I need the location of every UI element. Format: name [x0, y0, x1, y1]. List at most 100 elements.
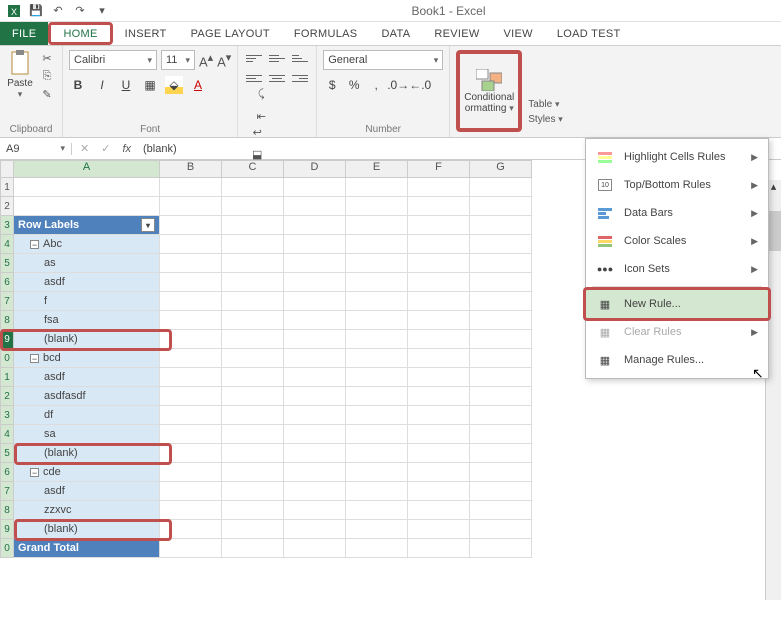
cell[interactable]: [346, 482, 408, 501]
cell[interactable]: [408, 311, 470, 330]
cell[interactable]: [346, 216, 408, 235]
cell[interactable]: [470, 178, 532, 197]
cell[interactable]: [408, 349, 470, 368]
cell[interactable]: [284, 501, 346, 520]
cell[interactable]: [284, 349, 346, 368]
cell[interactable]: [346, 235, 408, 254]
row-header[interactable]: 8: [0, 501, 14, 520]
row-header[interactable]: 2: [0, 387, 14, 406]
cell[interactable]: [284, 178, 346, 197]
cell[interactable]: [160, 520, 222, 539]
cell[interactable]: [160, 292, 222, 311]
cell[interactable]: [408, 482, 470, 501]
cell[interactable]: [470, 425, 532, 444]
format-as-table-button[interactable]: Table ▾: [528, 99, 563, 110]
font-size-select[interactable]: 11▾: [161, 50, 195, 70]
cell[interactable]: [346, 463, 408, 482]
cell[interactable]: [222, 463, 284, 482]
row-header[interactable]: 0: [0, 539, 14, 558]
cell[interactable]: [222, 387, 284, 406]
align-bottom-icon[interactable]: [290, 50, 310, 66]
currency-icon[interactable]: $: [323, 76, 341, 94]
row-header[interactable]: 4: [0, 425, 14, 444]
cell[interactable]: [160, 311, 222, 330]
tab-formulas[interactable]: FORMULAS: [282, 22, 370, 45]
decrease-indent-icon[interactable]: ⇤: [252, 108, 270, 124]
cell[interactable]: [160, 349, 222, 368]
cell[interactable]: [284, 520, 346, 539]
row-header[interactable]: 7: [0, 292, 14, 311]
tab-file[interactable]: FILE: [0, 22, 48, 45]
cell[interactable]: [284, 197, 346, 216]
pivot-item-blank[interactable]: (blank): [14, 330, 160, 349]
cell[interactable]: [408, 520, 470, 539]
cell[interactable]: [284, 216, 346, 235]
row-header[interactable]: 9: [0, 330, 14, 349]
cell[interactable]: [284, 368, 346, 387]
pivot-item[interactable]: fsa: [14, 311, 160, 330]
cell[interactable]: [346, 178, 408, 197]
cell[interactable]: [160, 425, 222, 444]
cut-icon[interactable]: ✂: [38, 50, 56, 66]
cell[interactable]: [160, 463, 222, 482]
fill-color-button[interactable]: ⬙: [165, 76, 183, 94]
menu-color-scales[interactable]: Color Scales▶: [586, 227, 768, 255]
cell[interactable]: [470, 406, 532, 425]
cell[interactable]: [160, 539, 222, 558]
cell[interactable]: [222, 501, 284, 520]
cell[interactable]: [222, 349, 284, 368]
align-top-icon[interactable]: [244, 50, 264, 66]
name-box[interactable]: A9▾: [0, 143, 72, 155]
cell[interactable]: [470, 444, 532, 463]
underline-button[interactable]: U: [117, 76, 135, 94]
enter-formula-icon[interactable]: ✓: [101, 142, 110, 155]
fx-icon[interactable]: fx: [122, 143, 131, 155]
cell[interactable]: [470, 368, 532, 387]
cell[interactable]: [346, 311, 408, 330]
cell[interactable]: [160, 406, 222, 425]
cell[interactable]: [346, 254, 408, 273]
cell[interactable]: [160, 254, 222, 273]
row-header[interactable]: 4: [0, 235, 14, 254]
row-header[interactable]: 5: [0, 444, 14, 463]
cell[interactable]: [284, 387, 346, 406]
cell[interactable]: [408, 254, 470, 273]
cell[interactable]: [408, 387, 470, 406]
decrease-decimal-icon[interactable]: ←.0: [411, 76, 429, 94]
cell[interactable]: [222, 406, 284, 425]
select-all-corner[interactable]: [0, 160, 14, 178]
cell[interactable]: [284, 444, 346, 463]
cell[interactable]: [346, 292, 408, 311]
cell[interactable]: [160, 273, 222, 292]
pivot-item-blank[interactable]: (blank): [14, 444, 160, 463]
menu-data-bars[interactable]: Data Bars▶: [586, 199, 768, 227]
comma-icon[interactable]: ,: [367, 76, 385, 94]
qat-customize-icon[interactable]: ▾: [92, 2, 112, 20]
cell[interactable]: [222, 368, 284, 387]
increase-font-icon[interactable]: A▴: [199, 51, 213, 69]
menu-clear-rules[interactable]: ▦Clear Rules▶: [586, 318, 768, 346]
cell[interactable]: [160, 178, 222, 197]
cell[interactable]: [408, 197, 470, 216]
copy-icon[interactable]: ⎘: [38, 68, 56, 84]
cell[interactable]: [160, 444, 222, 463]
cell[interactable]: [470, 520, 532, 539]
tab-page-layout[interactable]: PAGE LAYOUT: [179, 22, 282, 45]
cell[interactable]: [160, 197, 222, 216]
scrollbar-thumb[interactable]: [767, 211, 781, 251]
pivot-group[interactable]: −bcd: [14, 349, 160, 368]
save-icon[interactable]: 💾: [26, 2, 46, 20]
pivot-item[interactable]: asdf: [14, 482, 160, 501]
cell[interactable]: [470, 216, 532, 235]
tab-home[interactable]: HOME: [48, 22, 112, 45]
menu-icon-sets[interactable]: ●●●Icon Sets▶: [586, 255, 768, 283]
cell-styles-button[interactable]: Styles ▾: [528, 114, 563, 125]
cell[interactable]: [222, 216, 284, 235]
cell[interactable]: [408, 444, 470, 463]
cell[interactable]: [470, 501, 532, 520]
cell[interactable]: [222, 330, 284, 349]
cell[interactable]: [470, 330, 532, 349]
cell[interactable]: [222, 444, 284, 463]
cell[interactable]: [222, 292, 284, 311]
cell[interactable]: [14, 197, 160, 216]
